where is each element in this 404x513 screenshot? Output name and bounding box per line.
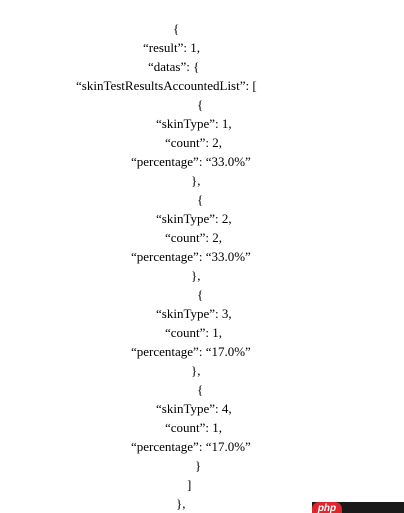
json-line: { xyxy=(197,192,204,207)
json-line: “result”: 1, xyxy=(143,40,201,55)
json-line: “skinType”: 4, xyxy=(156,401,232,416)
json-line: { xyxy=(197,287,204,302)
json-line: } xyxy=(195,458,202,473)
json-line: “count”: 2, xyxy=(165,135,223,150)
json-line: “datas”: { xyxy=(148,59,200,74)
json-line: “percentage”: “33.0%” xyxy=(131,249,251,264)
json-line: “count”: 1, xyxy=(165,420,223,435)
json-line: }, xyxy=(176,496,186,511)
json-line: { xyxy=(197,97,204,112)
json-line: }, xyxy=(191,363,201,378)
json-line: “skinType”: 2, xyxy=(156,211,232,226)
json-line: “skinType”: 1, xyxy=(156,116,232,131)
json-line: “percentage”: “17.0%” xyxy=(131,439,251,454)
json-line: }, xyxy=(191,173,201,188)
json-line: { xyxy=(197,382,204,397)
watermark: php xyxy=(312,502,404,513)
json-line: “count”: 1, xyxy=(165,325,223,340)
json-line: “percentage”: “17.0%” xyxy=(131,344,251,359)
json-line: “skinType”: 3, xyxy=(156,306,232,321)
json-line: { xyxy=(173,21,180,36)
json-line: “count”: 2, xyxy=(165,230,223,245)
json-line: ] xyxy=(187,477,192,492)
php-logo-icon: php xyxy=(312,502,342,513)
json-document: { “result”: 1, “datas”: { “skinTestResul… xyxy=(0,0,404,513)
json-line: “percentage”: “33.0%” xyxy=(131,154,251,169)
json-line: “skinTestResultsAccountedList”: [ xyxy=(76,78,257,93)
json-line: }, xyxy=(191,268,201,283)
